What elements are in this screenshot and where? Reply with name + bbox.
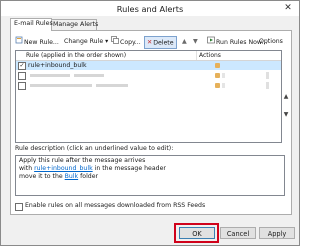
chevron-down-icon: ▾ (105, 38, 109, 45)
rule-description-label: Rule description (click an underlined va… (15, 145, 174, 152)
rules-toolbar: New Rule... Change Rule ▾ Copy... ✕Delet… (15, 36, 289, 49)
description-text: in the message header (92, 165, 166, 172)
move-up-button[interactable]: ▲ (182, 36, 187, 47)
rule-enabled-checkbox[interactable] (18, 82, 26, 90)
tab-manage-alerts[interactable]: Manage Alerts (49, 19, 98, 30)
description-text: with (19, 165, 35, 172)
description-line: with rule+inbound_bulk in the message he… (19, 165, 281, 173)
action-icon (222, 83, 225, 88)
rss-checkbox-label: Enable rules on all messages downloaded … (25, 202, 206, 209)
move-up-icon: ▲ (182, 38, 187, 45)
folder-link[interactable]: Bulk (65, 173, 78, 180)
actions-column-header[interactable]: Actions (196, 51, 221, 60)
email-rules-panel: New Rule... Change Rule ▾ Copy... ✕Delet… (10, 30, 292, 215)
delete-icon: ✕ (147, 39, 153, 46)
move-to-folder-icon (215, 83, 220, 88)
move-to-folder-icon (215, 63, 220, 68)
redacted-mark (266, 82, 269, 89)
redacted-rule-name (74, 74, 104, 77)
move-down-icon: ▼ (193, 38, 198, 45)
redacted-rule-name (30, 74, 70, 77)
rule-column-header[interactable]: Rule (applied in the order shown) (26, 51, 126, 60)
rule-row[interactable] (16, 71, 281, 80)
rule-enabled-checkbox[interactable] (18, 72, 26, 80)
new-rule-button[interactable]: New Rule... (15, 36, 59, 47)
options-button[interactable]: Options (259, 36, 283, 47)
description-line: Apply this rule after the message arrive… (19, 157, 146, 164)
description-text: folder (78, 173, 99, 180)
new-rule-label: New Rule... (24, 39, 59, 46)
delete-label: Delete (153, 39, 174, 47)
copy-icon (111, 36, 119, 48)
scroll-down-arrow-icon[interactable]: ▼ (283, 112, 289, 118)
close-icon[interactable]: ✕ (281, 3, 295, 14)
title-bar: Rules and Alerts ✕ (1, 1, 299, 16)
copy-button[interactable]: Copy... (111, 36, 141, 47)
rule-row[interactable] (16, 81, 281, 90)
ok-button-highlight (174, 223, 219, 243)
new-rule-icon (15, 36, 23, 48)
rules-list[interactable]: Rule (applied in the order shown) Action… (15, 50, 282, 143)
rule-enabled-checkbox[interactable]: ✓ (18, 62, 26, 70)
tab-email-rules[interactable]: E-mail Rules (10, 18, 53, 31)
header-text-link[interactable]: rule+inbound_bulk (34, 165, 93, 172)
redacted-rule-name (96, 84, 128, 87)
copy-label: Copy... (120, 39, 141, 46)
action-icon (222, 73, 225, 78)
run-rules-icon (207, 36, 215, 48)
move-down-button[interactable]: ▼ (193, 36, 198, 47)
scroll-up-arrow-icon[interactable]: ▲ (283, 94, 289, 100)
window-title: Rules and Alerts (116, 4, 184, 14)
rule-description-box: Apply this rule after the message arrive… (15, 155, 285, 196)
move-to-folder-icon (215, 73, 220, 78)
rule-row[interactable]: ✓ rule+inbound_bulk (16, 61, 281, 70)
rules-and-alerts-dialog: Rules and Alerts ✕ E-mail Rules Manage A… (0, 0, 300, 246)
apply-button[interactable]: Apply (259, 227, 295, 239)
change-rule-label: Change Rule (64, 38, 104, 45)
description-line: move it to the Bulk folder (19, 173, 281, 181)
rule-name: rule+inbound_bulk (28, 62, 87, 69)
redacted-mark (266, 72, 269, 79)
change-rule-button[interactable]: Change Rule ▾ (64, 36, 108, 47)
redacted-rule-name (30, 84, 92, 87)
delete-button[interactable]: ✕Delete (144, 36, 177, 49)
options-label: Options (259, 38, 283, 45)
description-text: move it to the (19, 173, 65, 180)
rss-checkbox[interactable] (15, 203, 23, 211)
cancel-button[interactable]: Cancel (220, 227, 256, 239)
rules-list-header: Rule (applied in the order shown) Action… (16, 51, 281, 61)
